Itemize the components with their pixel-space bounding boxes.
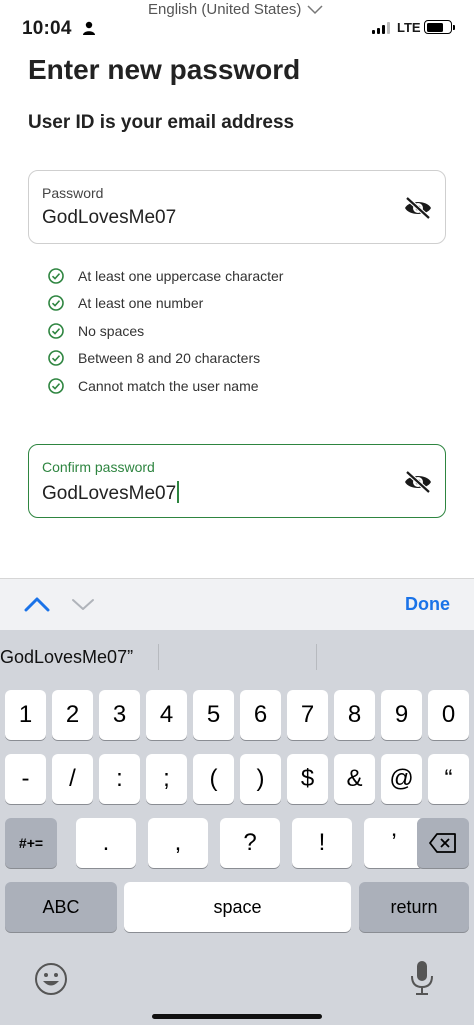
key[interactable]: ’: [364, 818, 424, 868]
password-field-label: Password: [42, 185, 104, 201]
key[interactable]: &: [334, 754, 375, 804]
rule-label: Cannot match the user name: [78, 377, 259, 394]
key[interactable]: 5: [193, 690, 234, 740]
return-key[interactable]: return: [359, 882, 469, 932]
status-bar: 10:04 English (United States) LTE: [0, 0, 474, 56]
chevron-up-icon[interactable]: [24, 595, 50, 613]
backspace-key[interactable]: [417, 818, 469, 868]
page-subtitle: User ID is your email address: [28, 112, 295, 133]
rule-label: At least one number: [78, 295, 204, 312]
key[interactable]: 3: [99, 690, 140, 740]
space-key[interactable]: space: [124, 882, 351, 932]
check-circle-icon: [48, 322, 64, 339]
microphone-icon[interactable]: [410, 960, 434, 996]
text-cursor: [177, 481, 180, 503]
battery-icon: [424, 20, 455, 34]
backspace-icon: [429, 833, 456, 853]
eye-slash-icon[interactable]: [403, 469, 433, 495]
person-icon: [83, 21, 95, 35]
network-label: LTE: [397, 20, 421, 35]
check-circle-icon: [48, 350, 64, 367]
confirm-password-field-label: Confirm password: [42, 459, 155, 475]
suggestion-bar: GodLovesMe07”: [0, 630, 474, 682]
emoji-icon[interactable]: [34, 962, 68, 996]
keyboard-accessory-bar: Done: [0, 578, 474, 630]
rule-item: No spaces: [48, 317, 283, 345]
key[interactable]: (: [193, 754, 234, 804]
key[interactable]: $: [287, 754, 328, 804]
key[interactable]: ,: [148, 818, 208, 868]
page-title: Enter new password: [28, 54, 301, 85]
key[interactable]: 7: [287, 690, 328, 740]
symbols-toggle-key[interactable]: #+=: [5, 818, 57, 868]
keyboard: GodLovesMe07” 1234567890 - /:;() $ & @ “ #+= …: [0, 630, 474, 1025]
key[interactable]: -: [5, 754, 46, 804]
key[interactable]: “: [428, 754, 469, 804]
key[interactable]: ): [240, 754, 281, 804]
rule-label: Between 8 and 20 characters: [78, 350, 261, 367]
language-selector[interactable]: English (United States): [148, 1, 323, 18]
password-field[interactable]: Password GodLovesMe07: [28, 170, 446, 244]
status-time: 10:04: [22, 18, 72, 39]
home-indicator: [152, 1014, 322, 1019]
key[interactable]: !: [292, 818, 352, 868]
key[interactable]: .: [76, 818, 136, 868]
key[interactable]: 4: [146, 690, 187, 740]
confirm-password-field-value[interactable]: GodLovesMe07: [42, 481, 180, 505]
key[interactable]: 8: [334, 690, 375, 740]
password-rules-list: At least one uppercase character At leas…: [48, 262, 283, 400]
check-circle-icon: [48, 295, 64, 312]
chevron-down-icon: [307, 4, 323, 14]
abc-key[interactable]: ABC: [5, 882, 117, 932]
done-button[interactable]: Done: [405, 594, 450, 615]
key[interactable]: ;: [146, 754, 187, 804]
key[interactable]: 9: [381, 690, 422, 740]
check-circle-icon: [48, 377, 64, 394]
key[interactable]: 0: [428, 690, 469, 740]
key[interactable]: 2: [52, 690, 93, 740]
suggestion-divider: [316, 644, 317, 670]
rule-item: Between 8 and 20 characters: [48, 345, 283, 373]
key[interactable]: 6: [240, 690, 281, 740]
suggestion-item[interactable]: GodLovesMe07”: [0, 647, 133, 668]
key[interactable]: @: [381, 754, 422, 804]
key[interactable]: ?: [220, 818, 280, 868]
language-label: English (United States): [148, 1, 302, 18]
key[interactable]: 1: [5, 690, 46, 740]
eye-slash-icon[interactable]: [403, 195, 433, 221]
rule-item: Cannot match the user name: [48, 372, 283, 400]
password-field-value[interactable]: GodLovesMe07: [42, 207, 176, 229]
rule-item: At least one uppercase character: [48, 262, 283, 290]
key[interactable]: /: [52, 754, 93, 804]
confirm-password-text: GodLovesMe07: [42, 483, 177, 504]
check-circle-icon: [48, 267, 64, 284]
confirm-password-field[interactable]: Confirm password GodLovesMe07: [28, 444, 446, 518]
rule-label: At least one uppercase character: [78, 267, 284, 284]
chevron-down-icon[interactable]: [70, 595, 96, 613]
signal-icon: [372, 22, 390, 34]
key[interactable]: :: [99, 754, 140, 804]
suggestion-divider: [158, 644, 159, 670]
rule-label: No spaces: [78, 322, 145, 339]
rule-item: At least one number: [48, 290, 283, 318]
